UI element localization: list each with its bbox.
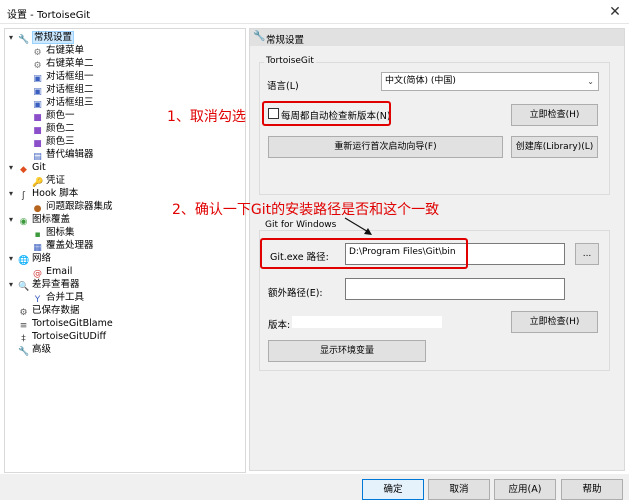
help-button[interactable]: 帮助	[561, 479, 623, 500]
ok-button[interactable]: 确定	[362, 479, 424, 500]
apply-button[interactable]: 应用(A)	[494, 479, 556, 500]
cancel-button[interactable]: 取消	[428, 479, 490, 500]
annotation-arrow	[344, 217, 372, 235]
